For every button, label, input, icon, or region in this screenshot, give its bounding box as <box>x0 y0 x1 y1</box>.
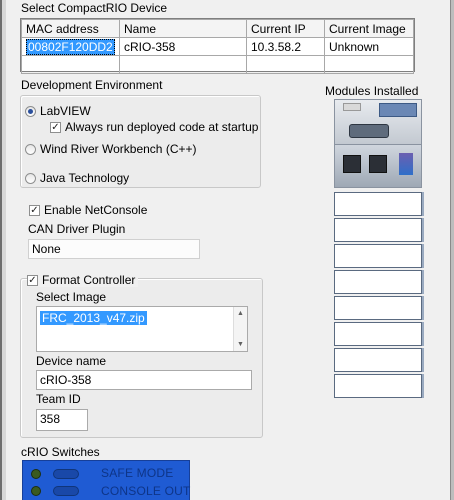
cell-name[interactable]: cRIO-358 <box>119 37 247 56</box>
module-slot[interactable] <box>334 322 422 346</box>
controller-switch-block <box>343 103 361 111</box>
module-slot[interactable] <box>334 244 422 268</box>
crio-chassis <box>327 96 429 400</box>
cell-ip[interactable]: 10.3.58.2 <box>246 37 325 56</box>
select-image-label: Select Image <box>36 290 107 304</box>
table-row-empty[interactable] <box>21 55 414 74</box>
crio-controller-lower <box>334 144 422 188</box>
cell-empty[interactable] <box>246 55 325 74</box>
safe-mode-toggle[interactable] <box>53 469 79 479</box>
cell-mac-value: 00802F120DD2 <box>26 38 115 55</box>
team-id-field[interactable]: 358 <box>36 409 88 431</box>
console-out-toggle[interactable] <box>53 486 79 496</box>
dev-env-title: Development Environment <box>21 78 163 92</box>
radio-dot[interactable] <box>25 144 36 156</box>
scroll-up-icon[interactable]: ▲ <box>237 310 244 317</box>
console-out-label: CONSOLE OUT <box>101 484 191 498</box>
radio-wind-river[interactable]: Wind River Workbench (C++) <box>25 142 197 156</box>
module-slot[interactable] <box>334 374 422 398</box>
crio-switch-panel: SAFE MODE CONSOLE OUT <box>22 460 190 500</box>
cell-empty[interactable] <box>119 55 247 74</box>
column-header-ip[interactable]: Current IP <box>246 19 325 38</box>
team-id-label: Team ID <box>36 392 81 406</box>
device-name-label: Device name <box>36 354 107 368</box>
column-header-name[interactable]: Name <box>119 19 247 38</box>
checkbox-format-label: Format Controller <box>42 273 136 287</box>
checkbox-always-run[interactable]: ✓ Always run deployed code at startup <box>50 120 258 134</box>
checkbox-netconsole-label: Enable NetConsole <box>44 203 148 217</box>
device-name-field[interactable]: cRIO-358 <box>36 370 252 390</box>
column-header-mac[interactable]: MAC address <box>21 19 120 38</box>
column-header-image[interactable]: Current Image <box>324 19 414 38</box>
image-listbox[interactable]: FRC_2013_v47.zip ▲ ▼ <box>36 306 248 352</box>
crio-switches-label: cRIO Switches <box>21 445 100 459</box>
console-out-led <box>31 486 41 496</box>
radio-java-label: Java Technology <box>40 171 130 185</box>
safe-mode-label: SAFE MODE <box>101 466 174 480</box>
module-slot[interactable] <box>334 218 422 242</box>
radio-dot[interactable] <box>25 173 36 185</box>
can-driver-select[interactable]: None <box>28 239 200 259</box>
ethernet-port-icon <box>343 155 361 173</box>
cell-mac[interactable]: 00802F120DD2 <box>21 37 120 56</box>
radio-wind-river-label: Wind River Workbench (C++) <box>40 142 197 156</box>
radio-labview-label: LabVIEW <box>40 104 91 118</box>
window-scrollbar-edge[interactable] <box>450 0 454 500</box>
controller-dip-switches <box>379 103 417 117</box>
radio-java[interactable]: Java Technology <box>25 171 129 185</box>
checkbox-format-box[interactable]: ✓ <box>27 275 38 287</box>
device-table[interactable]: MAC address Name Current IP Current Imag… <box>20 18 415 74</box>
ethernet-port-icon <box>369 155 387 173</box>
table-row[interactable]: 00802F120DD2 cRIO-358 10.3.58.2 Unknown <box>21 37 414 56</box>
window-border-left-inner <box>2 0 6 500</box>
radio-dot[interactable] <box>25 106 36 118</box>
checkbox-netconsole-box[interactable]: ✓ <box>29 205 40 217</box>
cell-empty[interactable] <box>324 55 414 74</box>
checkbox-format-controller[interactable]: ✓ Format Controller <box>27 273 139 287</box>
radio-labview[interactable]: LabVIEW <box>25 104 91 118</box>
table-header-row: MAC address Name Current IP Current Imag… <box>21 19 414 38</box>
module-slot[interactable] <box>334 192 422 216</box>
device-select-title: Select CompactRIO Device <box>21 1 168 15</box>
serial-port-icon <box>349 124 389 138</box>
scroll-down-icon[interactable]: ▼ <box>237 341 244 348</box>
image-list-item[interactable]: FRC_2013_v47.zip <box>40 311 147 325</box>
safe-mode-led <box>31 469 41 479</box>
ni-logo <box>399 153 413 175</box>
cell-image[interactable]: Unknown <box>324 37 414 56</box>
crio-controller <box>334 99 422 145</box>
checkbox-always-run-label: Always run deployed code at startup <box>65 120 259 134</box>
cell-empty[interactable] <box>21 55 120 74</box>
can-driver-label: CAN Driver Plugin <box>28 222 126 236</box>
module-slot[interactable] <box>334 270 422 294</box>
module-slot[interactable] <box>334 348 422 372</box>
image-list-scrollbar[interactable]: ▲ ▼ <box>233 307 247 351</box>
checkbox-enable-netconsole[interactable]: ✓ Enable NetConsole <box>29 203 147 217</box>
checkbox-always-run-box[interactable]: ✓ <box>50 122 61 134</box>
module-slot[interactable] <box>334 296 422 320</box>
